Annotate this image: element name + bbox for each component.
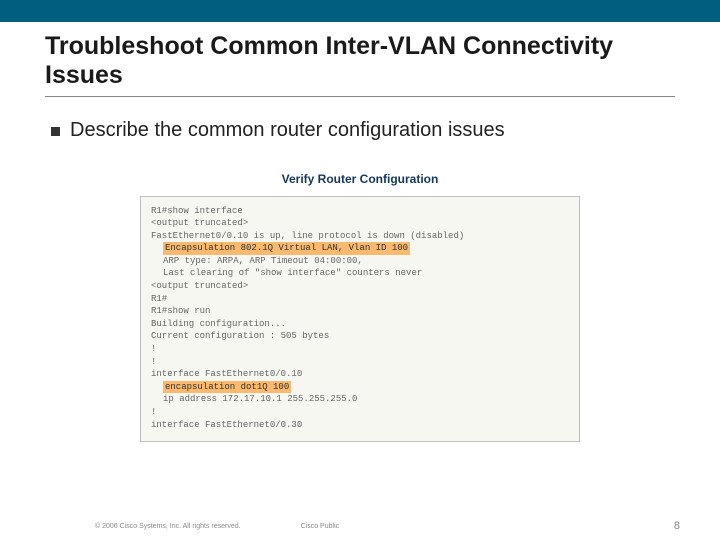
term-line: R1#show interface <box>151 205 569 218</box>
term-line: Current configuration : 505 bytes <box>151 330 569 343</box>
term-line: ! <box>151 356 569 369</box>
term-line: <output truncated> <box>151 280 569 293</box>
square-bullet-icon <box>51 127 60 136</box>
slide-title: Troubleshoot Common Inter-VLAN Connectiv… <box>45 32 675 97</box>
terminal-output: R1#show interface <output truncated> Fas… <box>140 196 580 443</box>
slide-footer: © 2006 Cisco Systems, Inc. All rights re… <box>0 520 720 532</box>
term-line: ! <box>151 343 569 356</box>
term-line: Last clearing of "show interface" counte… <box>151 267 569 280</box>
slide-content: Troubleshoot Common Inter-VLAN Connectiv… <box>0 22 720 442</box>
bullet-text: Describe the common router configuration… <box>70 119 505 142</box>
term-line: FastEthernet0/0.10 is up, line protocol … <box>151 230 569 243</box>
figure-title: Verify Router Configuration <box>282 172 439 186</box>
footer-page-number: 8 <box>674 520 680 532</box>
figure-container: Verify Router Configuration R1#show inte… <box>45 170 675 443</box>
term-line: R1# <box>151 293 569 306</box>
brand-top-bar <box>0 0 720 22</box>
term-line: ip address 172.17.10.1 255.255.255.0 <box>151 393 569 406</box>
footer-publicity: Cisco Public <box>301 523 340 530</box>
term-line: <output truncated> <box>151 217 569 230</box>
term-line: ! <box>151 406 569 419</box>
bullet-item: Describe the common router configuration… <box>51 119 675 142</box>
term-line: Building configuration... <box>151 318 569 331</box>
term-line: R1#show run <box>151 305 569 318</box>
term-line-highlight: encapsulation dot1Q 100 <box>151 381 569 394</box>
highlight-span: Encapsulation 802.1Q Virtual LAN, Vlan I… <box>163 242 410 255</box>
highlight-span: encapsulation dot1Q 100 <box>163 381 291 394</box>
term-line: interface FastEthernet0/0.10 <box>151 368 569 381</box>
term-line: interface FastEthernet0/0.30 <box>151 419 569 432</box>
term-line-highlight: Encapsulation 802.1Q Virtual LAN, Vlan I… <box>151 242 569 255</box>
footer-copyright: © 2006 Cisco Systems, Inc. All rights re… <box>95 523 241 530</box>
term-line: ARP type: ARPA, ARP Timeout 04:00:00, <box>151 255 569 268</box>
